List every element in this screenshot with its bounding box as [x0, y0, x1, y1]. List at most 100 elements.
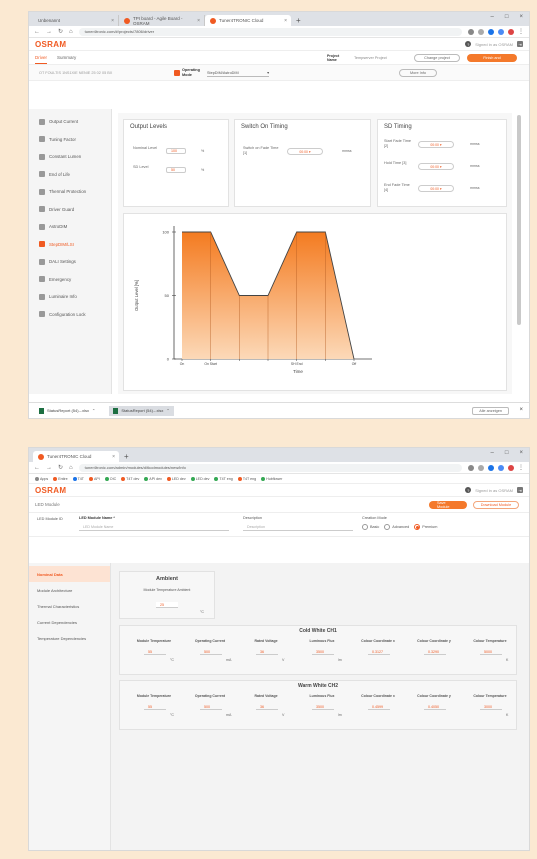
channel-value-input[interactable]: 3000	[480, 704, 502, 710]
creation-mode-option[interactable]: Premium	[414, 524, 437, 530]
maximize-icon[interactable]: □	[505, 450, 509, 456]
bookmark-item[interactable]: API dev	[144, 476, 162, 481]
channel-value-input[interactable]: 0.3127	[368, 649, 390, 655]
close-icon[interactable]: ×	[197, 18, 200, 24]
browser-tab[interactable]: Unbenannt ×	[33, 15, 119, 26]
browser-tab-active[interactable]: Tuner4TRONIC Cloud ×	[33, 451, 119, 462]
tab-summary[interactable]: Summary	[57, 52, 76, 63]
channel-value-input[interactable]: 0.3290	[424, 649, 446, 655]
channel-value-input[interactable]: 0.4599	[368, 704, 390, 710]
switch-on-fade-input[interactable]: 00:00 ▾	[287, 148, 323, 155]
sidebar-item[interactable]: Configuration Lock	[29, 306, 111, 324]
sidebar-item[interactable]: StepDIM/LSI	[29, 236, 111, 254]
url-input[interactable]: tuner4tronic.com/admin/modules/d/tkodmod…	[78, 463, 462, 472]
channel-value-input[interactable]: 500	[200, 649, 222, 655]
sd-level-input[interactable]: 50	[166, 167, 186, 173]
close-window-icon[interactable]: ×	[519, 450, 523, 456]
sidebar-item[interactable]: Constant Lumen	[29, 148, 111, 166]
browser-tab[interactable]: TPI board - Agile Board - OSRAM ×	[119, 15, 205, 26]
back-icon[interactable]: ←	[34, 465, 40, 471]
ambient-temp-input[interactable]: 25	[156, 602, 178, 608]
back-icon[interactable]: ←	[34, 29, 40, 35]
close-window-icon[interactable]: ×	[519, 14, 523, 20]
close-icon[interactable]: ×	[519, 407, 523, 413]
logout-icon[interactable]: ⇥	[517, 487, 523, 493]
tab-driver[interactable]: Driver	[35, 52, 47, 64]
logout-icon[interactable]: ⇥	[517, 41, 523, 47]
close-icon[interactable]: ×	[111, 18, 114, 24]
forward-icon[interactable]: →	[46, 29, 52, 35]
reload-icon[interactable]: ↻	[58, 464, 63, 471]
creation-mode-option[interactable]: Advanced	[384, 524, 409, 530]
extension-icon[interactable]	[498, 464, 504, 471]
menu-icon[interactable]: ⋮	[518, 464, 524, 471]
sidebar-item[interactable]: Emergency	[29, 271, 111, 289]
module-name-input[interactable]: LED Module Name	[79, 523, 229, 531]
extension-icon[interactable]	[468, 28, 474, 35]
close-icon[interactable]: ×	[112, 454, 115, 460]
star-icon[interactable]	[478, 28, 484, 35]
bookmark-item[interactable]: API	[88, 476, 100, 481]
sidebar-item[interactable]: Tuning Factor	[29, 131, 111, 149]
channel-value-input[interactable]: 0.4050	[424, 704, 446, 710]
sidebar-item[interactable]: AstroDIM	[29, 218, 111, 236]
more-info-button[interactable]: More Info	[399, 69, 437, 77]
reload-icon[interactable]: ↻	[58, 28, 63, 35]
channel-value-input[interactable]: 55	[144, 704, 166, 710]
show-all-downloads-button[interactable]: Alle anzeigen	[472, 407, 509, 415]
help-icon[interactable]: ?	[465, 41, 472, 47]
bookmark-item[interactable]: T4T dev	[121, 476, 139, 481]
home-icon[interactable]: ⌂	[69, 29, 73, 35]
new-tab-icon[interactable]: +	[124, 452, 129, 461]
chevron-up-icon[interactable]: ⌃	[166, 408, 169, 413]
change-project-button[interactable]: Change project	[414, 54, 460, 62]
extension-icon[interactable]	[468, 464, 474, 471]
download-item[interactable]: StatusReport (54).-.xlsx ⌃	[35, 406, 99, 416]
sidebar-item[interactable]: Temperature Dependencies	[29, 630, 110, 646]
sidebar-item[interactable]: Thermal Protection	[29, 183, 111, 201]
channel-value-input[interactable]: 36	[256, 704, 278, 710]
channel-value-input[interactable]: 5000	[480, 649, 502, 655]
close-icon[interactable]: ×	[284, 18, 287, 24]
minimize-icon[interactable]: –	[491, 450, 494, 456]
maximize-icon[interactable]: □	[505, 14, 509, 20]
sidebar-item[interactable]: DALI Settings	[29, 253, 111, 271]
channel-value-input[interactable]: 55	[144, 649, 166, 655]
sidebar-item[interactable]: End of Life	[29, 166, 111, 184]
bookmark-item[interactable]: T4T eng	[214, 476, 233, 481]
bookmark-item[interactable]: LED dev	[190, 476, 209, 481]
channel-value-input[interactable]: 3500	[312, 649, 334, 655]
content-scrollbar[interactable]	[517, 115, 521, 325]
forward-icon[interactable]: →	[46, 465, 52, 471]
channel-value-input[interactable]: 500	[200, 704, 222, 710]
profile-avatar[interactable]	[508, 464, 514, 471]
minimize-icon[interactable]: –	[491, 14, 494, 20]
extension-icon[interactable]	[488, 464, 494, 471]
bookmark-item[interactable]: T4T eng	[237, 476, 256, 481]
bookmark-item[interactable]: LED dev	[166, 476, 186, 481]
download-module-button[interactable]: Download Module	[473, 501, 519, 509]
sidebar-item[interactable]: Driver Guard	[29, 201, 111, 219]
menu-icon[interactable]: ⋮	[518, 28, 524, 35]
bookmark-item[interactable]: Entire	[53, 476, 68, 481]
description-input[interactable]: Description	[243, 523, 353, 531]
end-fade-input[interactable]: 00:00 ▾	[418, 185, 454, 192]
sidebar-item[interactable]: Luminaire Info	[29, 288, 111, 306]
finish-button[interactable]: Finish and	[467, 54, 517, 62]
sidebar-item[interactable]: Nominal Data	[29, 566, 110, 582]
bookmark-item[interactable]: OIC	[104, 476, 116, 481]
url-input[interactable]: tuner4tronic.com/#/projects/7806/driver	[78, 27, 462, 36]
chevron-up-icon[interactable]: ⌃	[92, 408, 95, 413]
save-module-button[interactable]: Save Module	[429, 501, 467, 509]
star-icon[interactable]	[478, 464, 484, 471]
new-tab-icon[interactable]: +	[296, 16, 301, 25]
sidebar-item[interactable]: Module Architecture	[29, 582, 110, 598]
channel-value-input[interactable]: 36	[256, 649, 278, 655]
download-item[interactable]: StatusReport (54).-.xlsx ⌃	[109, 405, 174, 416]
bookmark-item[interactable]: Hubflower	[261, 476, 282, 481]
home-icon[interactable]: ⌂	[69, 465, 73, 471]
sidebar-item[interactable]: Output Current	[29, 113, 111, 131]
bookmark-item[interactable]: T4T	[72, 476, 84, 481]
bookmark-item[interactable]: Apps	[35, 476, 48, 481]
start-fade-input[interactable]: 00:00 ▾	[418, 141, 454, 148]
